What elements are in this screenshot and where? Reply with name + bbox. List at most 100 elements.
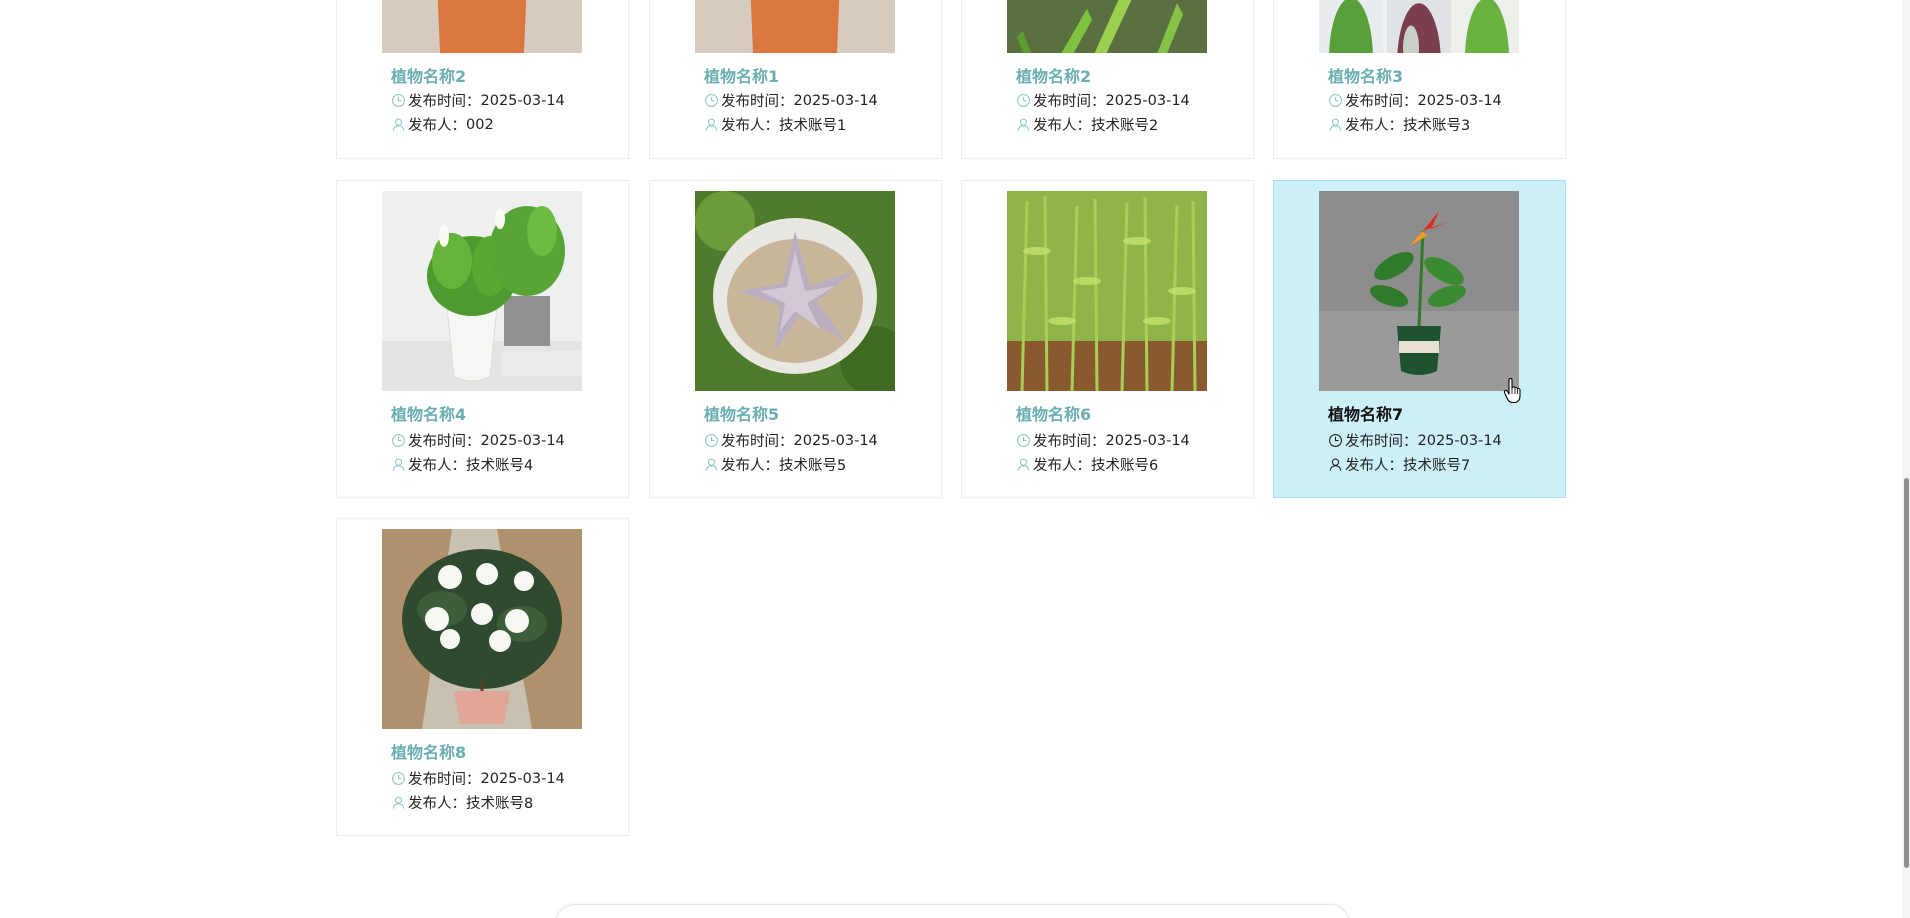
publisher-value: 技术账号1 [779,118,847,134]
plant-name[interactable]: 植物名称8 [391,739,466,763]
user-icon [704,117,719,132]
plant-card[interactable]: 植物名称7 发布时间： 2025-03-14 发布人： 技术账号7 [1273,180,1566,498]
clock-icon [1328,433,1343,448]
publisher: 发布人： 技术账号5 [704,454,846,475]
time-value: 2025-03-14 [480,770,565,787]
clock-icon [391,771,406,786]
plant-name[interactable]: 植物名称2 [391,63,466,87]
time-value: 2025-03-14 [1417,92,1502,109]
plant-name[interactable]: 植物名称4 [391,401,466,425]
publisher-label: 发布人： [1033,458,1091,474]
time-value: 2025-03-14 [480,432,565,449]
page: 植物名称2 发布时间： 2025-03-14 发布人： 002 植物名称1 发布时间… [0,0,1910,918]
publish-time: 发布时间： 2025-03-14 [1328,430,1502,451]
publisher-label: 发布人： [721,118,779,134]
time-value: 2025-03-14 [793,432,878,449]
publisher: 发布人： 技术账号1 [704,114,846,135]
publish-time: 发布时间： 2025-03-14 [1016,90,1190,111]
plant-name[interactable]: 植物名称7 [1328,401,1403,425]
plant-image[interactable] [382,0,582,53]
time-label: 发布时间： [1033,434,1106,450]
time-label: 发布时间： [1345,434,1418,450]
plant-image[interactable] [1007,191,1207,391]
publisher: 发布人： 技术账号4 [391,454,533,475]
succulent-photo [695,191,895,391]
plant-name[interactable]: 植物名称2 [1016,63,1091,87]
time-label: 发布时间： [408,772,481,788]
time-value: 2025-03-14 [1417,432,1502,449]
potted-plant-photo [695,0,895,53]
user-icon [391,795,406,810]
clock-icon [1016,433,1031,448]
hand-cursor-icon [1503,377,1523,404]
publisher-value: 技术账号7 [1403,458,1471,474]
plant-card[interactable]: 植物名称6 发布时间： 2025-03-14 发布人： 技术账号6 [961,180,1254,498]
scrollbar-track[interactable] [1902,0,1910,918]
publisher-value: 技术账号2 [1091,118,1159,134]
plant-card[interactable]: 植物名称5 发布时间： 2025-03-14 发布人： 技术账号5 [649,180,942,498]
potted-plant-photo [382,0,582,53]
bird-of-paradise-photo [1319,191,1519,391]
plant-card[interactable]: 植物名称3 发布时间： 2025-03-14 发布人： 技术账号3 [1273,0,1566,159]
publish-time: 发布时间： 2025-03-14 [391,90,565,111]
plant-card[interactable]: 植物名称8 发布时间： 2025-03-14 发布人： 技术账号8 [336,518,629,836]
time-label: 发布时间： [721,94,794,110]
user-icon [1328,117,1343,132]
plant-image[interactable] [1007,0,1207,53]
publisher: 发布人： 002 [391,114,494,135]
peace-lily-photo [382,191,582,391]
clock-icon [704,433,719,448]
publisher: 发布人： 技术账号3 [1328,114,1470,135]
time-value: 2025-03-14 [1105,432,1190,449]
scrollbar-thumb[interactable] [1904,478,1909,868]
plant-name[interactable]: 植物名称1 [704,63,779,87]
publisher: 发布人： 技术账号2 [1016,114,1158,135]
publisher-value: 技术账号3 [1403,118,1471,134]
clock-icon [1328,93,1343,108]
time-label: 发布时间： [721,434,794,450]
plant-card[interactable]: 植物名称1 发布时间： 2025-03-14 发布人： 技术账号1 [649,0,942,159]
publisher-value: 技术账号5 [779,458,847,474]
publisher: 发布人： 技术账号6 [1016,454,1158,475]
bamboo-seedlings-photo [1007,191,1207,391]
plant-card[interactable]: 植物名称2 发布时间： 2025-03-14 发布人： 技术账号2 [961,0,1254,159]
user-icon [1016,117,1031,132]
time-value: 2025-03-14 [793,92,878,109]
time-label: 发布时间： [408,94,481,110]
plant-image[interactable] [1319,191,1519,391]
time-label: 发布时间： [1345,94,1418,110]
plant-card[interactable]: 植物名称4 发布时间： 2025-03-14 发布人： 技术账号4 [336,180,629,498]
publish-time: 发布时间： 2025-03-14 [1328,90,1502,111]
publisher-value: 技术账号4 [466,458,534,474]
three-potted-plants-photo [1319,0,1519,53]
plant-name[interactable]: 植物名称3 [1328,63,1403,87]
user-icon [1328,457,1343,472]
publisher-value: 技术账号6 [1091,458,1159,474]
time-value: 2025-03-14 [1105,92,1190,109]
plant-image[interactable] [382,191,582,391]
publish-time: 发布时间： 2025-03-14 [391,768,565,789]
plant-name[interactable]: 植物名称6 [1016,401,1091,425]
plant-image[interactable] [695,191,895,391]
plant-image[interactable] [382,529,582,729]
plant-image[interactable] [695,0,895,53]
plant-image[interactable] [1319,0,1519,53]
time-value: 2025-03-14 [480,92,565,109]
plant-name[interactable]: 植物名称5 [704,401,779,425]
user-icon [1016,457,1031,472]
publish-time: 发布时间： 2025-03-14 [391,430,565,451]
publisher-label: 发布人： [408,796,466,812]
publisher-label: 发布人： [1345,118,1403,134]
publisher: 发布人： 技术账号7 [1328,454,1470,475]
publisher-label: 发布人： [721,458,779,474]
publisher-label: 发布人： [408,458,466,474]
user-icon [391,457,406,472]
plant-card[interactable]: 植物名称2 发布时间： 2025-03-14 发布人： 002 [336,0,629,159]
user-icon [704,457,719,472]
clock-icon [704,93,719,108]
publisher-label: 发布人： [1033,118,1091,134]
bottom-panel [555,904,1350,918]
grass-leaves-photo [1007,0,1207,53]
time-label: 发布时间： [1033,94,1106,110]
gardenia-photo [382,529,582,729]
